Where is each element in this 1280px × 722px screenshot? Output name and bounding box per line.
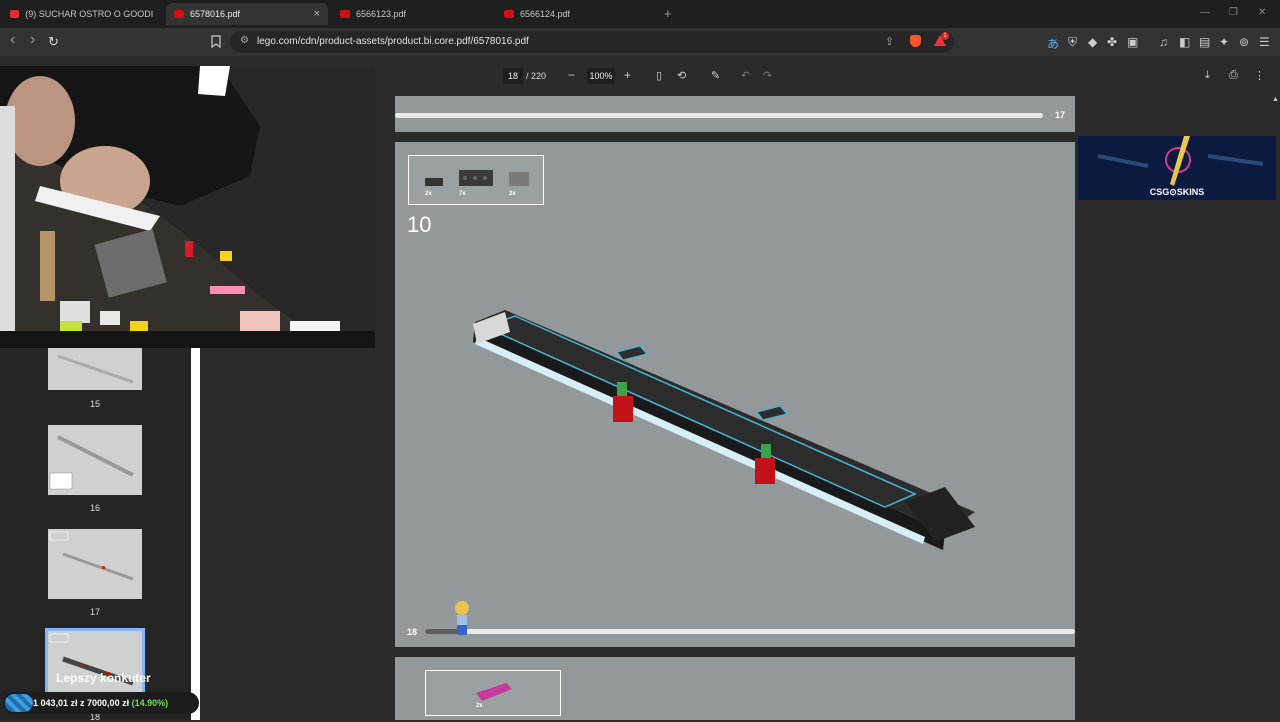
pdf-toolbar: 18 / 220 − 100% + ▯ ⟲ ✎ ↶ ↷ ⤓ ⎙ ⋮ bbox=[375, 66, 1280, 86]
rotate-icon[interactable]: ⟲ bbox=[677, 69, 686, 82]
new-tab-button[interactable]: + bbox=[664, 6, 672, 21]
thumbnail-page-16[interactable] bbox=[48, 425, 142, 495]
youtube-icon bbox=[10, 10, 20, 18]
tab-title: 6566123.pdf bbox=[356, 9, 407, 19]
part-quantity: 2x bbox=[425, 191, 432, 197]
scroll-up-icon[interactable]: ▲ bbox=[1272, 96, 1279, 103]
lego-icon bbox=[504, 10, 514, 18]
thumbnail-preview bbox=[49, 435, 134, 490]
puzzle-extension-icon[interactable]: ✤ bbox=[1107, 35, 1117, 49]
webcam-image bbox=[0, 66, 375, 348]
part-quantity: 2x bbox=[476, 703, 483, 709]
redo-icon[interactable]: ↷ bbox=[763, 69, 772, 82]
parts-list: 2x bbox=[425, 670, 561, 716]
donation-icon bbox=[5, 694, 33, 712]
download-icon[interactable]: ⤓ bbox=[1205, 69, 1210, 82]
minifigure-icon bbox=[455, 601, 469, 635]
donation-title: Lepszy konkuter bbox=[56, 671, 151, 685]
pdf-page-19: 2x bbox=[395, 657, 1075, 720]
tab-6566124[interactable]: 6566124.pdf bbox=[496, 3, 656, 25]
tab-6566123[interactable]: 6566123.pdf bbox=[332, 3, 492, 25]
diamond-extension-icon[interactable]: ◆ bbox=[1088, 35, 1097, 49]
sidebar-icon[interactable]: ◧ bbox=[1179, 35, 1190, 49]
restore-button[interactable]: ❐ bbox=[1229, 7, 1238, 18]
thumbnail-label: 15 bbox=[89, 399, 100, 409]
donation-progress: 1 043,01 zł z 7000,00 zł (14.90%) bbox=[3, 692, 199, 714]
page-number-label: 17 bbox=[1055, 110, 1066, 120]
pdf-page-18: 2x 7x 2x 10 18 bbox=[395, 142, 1075, 647]
print-icon[interactable]: ⎙ bbox=[1229, 69, 1238, 82]
translate-extension-icon[interactable]: あ bbox=[1047, 35, 1059, 52]
rewards-badge: 1 bbox=[941, 32, 949, 40]
more-options-icon[interactable]: ⋮ bbox=[1254, 69, 1265, 82]
forward-button[interactable]: › bbox=[30, 31, 35, 49]
donation-percent: (14.90%) bbox=[131, 698, 169, 708]
back-button[interactable]: ‹ bbox=[10, 31, 15, 49]
parts-list: 2x 7x 2x bbox=[408, 155, 544, 205]
donation-amount: 1 043,01 zł z 7000,00 zł bbox=[33, 698, 130, 708]
parts-illustration bbox=[476, 683, 512, 701]
donation-text: 1 043,01 zł z 7000,00 zł (14.90%) bbox=[33, 698, 168, 708]
divider bbox=[0, 56, 1280, 66]
bookmark-icon[interactable] bbox=[211, 35, 221, 48]
page-progress-bar bbox=[395, 113, 1043, 118]
tab-strip: (9) SUCHAR OSTRO O GOODIES! OD 6578016.p… bbox=[0, 0, 1280, 28]
thumbnail-page-15[interactable] bbox=[48, 348, 142, 390]
fit-page-icon[interactable]: ▯ bbox=[656, 69, 662, 82]
page-progress-bar bbox=[425, 629, 1075, 634]
lego-icon bbox=[340, 10, 350, 18]
thumbnail-label: 16 bbox=[89, 503, 100, 513]
site-info-icon[interactable]: ⚙ bbox=[240, 35, 249, 46]
lego-icon bbox=[174, 10, 184, 18]
address-bar[interactable]: ⚙ lego.com/cdn/product-assets/product.bi… bbox=[230, 31, 954, 53]
tab-title: (9) SUCHAR OSTRO O GOODIES! OD bbox=[25, 9, 154, 19]
page-number-input[interactable]: 18 bbox=[503, 68, 523, 84]
parts-illustration bbox=[425, 170, 529, 186]
url-text: lego.com/cdn/product-assets/product.bi.c… bbox=[257, 36, 529, 47]
annotate-icon[interactable]: ✎ bbox=[711, 69, 720, 82]
ad-brand: CSG⊙SKINS bbox=[1149, 187, 1205, 197]
tab-title: 6566124.pdf bbox=[520, 9, 571, 19]
page-count: / 220 bbox=[526, 71, 547, 81]
ad-banner[interactable]: CSG⊙SKINS bbox=[1078, 136, 1276, 200]
close-window-button[interactable]: ✕ bbox=[1258, 7, 1266, 18]
minimize-button[interactable]: — bbox=[1200, 7, 1210, 18]
part-quantity: 2x bbox=[509, 191, 516, 197]
menu-icon[interactable]: ☰ bbox=[1259, 35, 1270, 49]
screenshot-extension-icon[interactable]: ▣ bbox=[1127, 35, 1138, 49]
tab-6578016[interactable]: 6578016.pdf × bbox=[166, 3, 328, 25]
share-icon[interactable]: ⇪ bbox=[885, 35, 894, 48]
undo-icon[interactable]: ↶ bbox=[741, 69, 750, 82]
brave-shields-icon[interactable] bbox=[910, 35, 921, 47]
toolbar: ‹ › ↻ ⚙ lego.com/cdn/product-assets/prod… bbox=[0, 28, 1280, 56]
thumbnail-sidebar: 15 16 17 18 bbox=[0, 348, 200, 722]
thumbnail-label: 17 bbox=[89, 607, 100, 617]
wallet-icon[interactable]: ▤ bbox=[1199, 35, 1210, 49]
thumbnail-preview bbox=[49, 531, 134, 581]
reload-button[interactable]: ↻ bbox=[48, 34, 59, 50]
page-number-label: 18 bbox=[407, 627, 418, 637]
thumbnail-page-17[interactable] bbox=[48, 529, 142, 599]
part-quantity: 7x bbox=[459, 191, 466, 197]
tab-title: 6578016.pdf bbox=[190, 9, 241, 19]
zoom-input[interactable]: 100% bbox=[587, 68, 615, 84]
media-icon[interactable]: ♫ bbox=[1159, 35, 1168, 49]
thumbnail-preview bbox=[57, 354, 134, 384]
tab-youtube[interactable]: (9) SUCHAR OSTRO O GOODIES! OD bbox=[2, 3, 162, 25]
webcam-overlay bbox=[0, 66, 375, 348]
zoom-out-button[interactable]: − bbox=[568, 68, 575, 82]
build-illustration bbox=[473, 310, 975, 550]
leo-ai-icon[interactable]: ✦ bbox=[1219, 35, 1229, 49]
vpn-icon[interactable]: ⊚ bbox=[1239, 35, 1249, 49]
close-tab-icon[interactable]: × bbox=[314, 8, 320, 20]
zoom-in-button[interactable]: + bbox=[624, 68, 631, 82]
step-number: 10 bbox=[407, 212, 432, 237]
shield-extension-icon[interactable]: ⛨ bbox=[1068, 35, 1077, 50]
pdf-page-17: 17 bbox=[395, 96, 1075, 132]
